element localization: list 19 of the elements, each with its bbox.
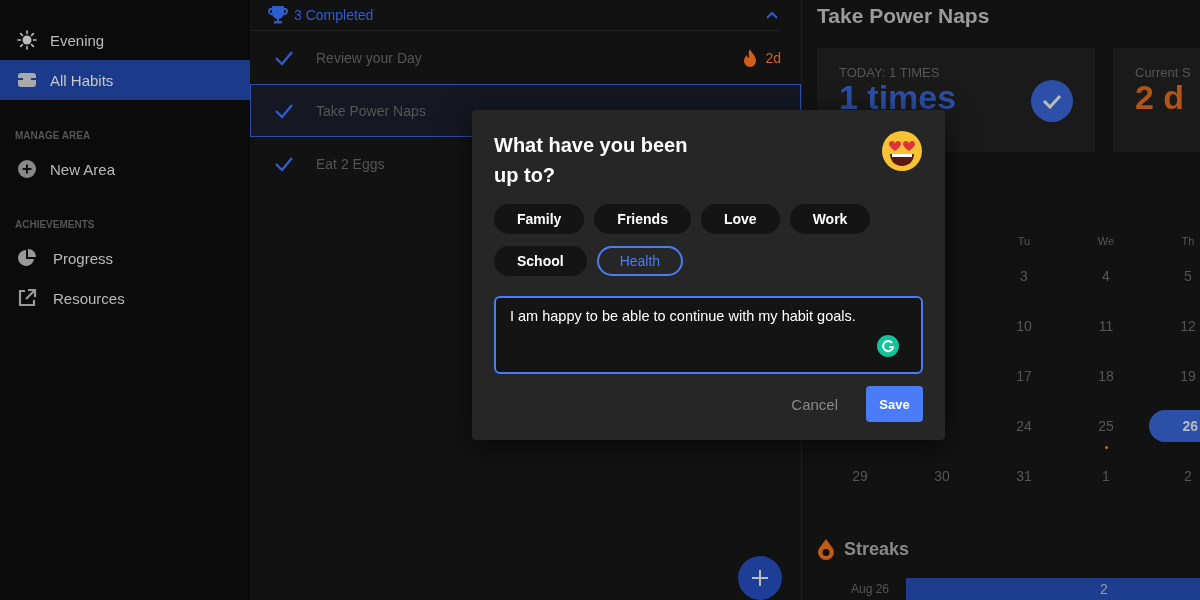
weekday-label: Th bbox=[1180, 235, 1196, 247]
habit-name: Review your Day bbox=[316, 49, 422, 66]
section-heading: MANAGE AREA bbox=[14, 129, 92, 143]
habit-name: Eat 2 Eggs bbox=[316, 155, 385, 172]
habit-name: Take Power Naps bbox=[316, 102, 426, 119]
weekday-label: We bbox=[1096, 235, 1116, 247]
stat-label: Current S bbox=[1135, 65, 1191, 80]
stat-label: TODAY: 1 TIMES bbox=[839, 65, 941, 80]
completed-count: 3 Completed bbox=[294, 7, 374, 23]
dialog-title: What have you been up to? bbox=[494, 133, 689, 188]
streak-days: 2d bbox=[765, 49, 781, 66]
stat-value: 1 times bbox=[839, 80, 957, 114]
stat-value: 2 d bbox=[1135, 80, 1186, 114]
section-title: Streaks bbox=[844, 538, 910, 560]
habit-title: Take Power Naps bbox=[817, 4, 991, 29]
streak-bar: 2 bbox=[906, 578, 1200, 600]
streak-date: Aug 26 bbox=[849, 582, 889, 596]
weekday-label: Tu bbox=[1016, 235, 1032, 247]
section-heading: ACHIEVEMENTS bbox=[14, 218, 96, 232]
